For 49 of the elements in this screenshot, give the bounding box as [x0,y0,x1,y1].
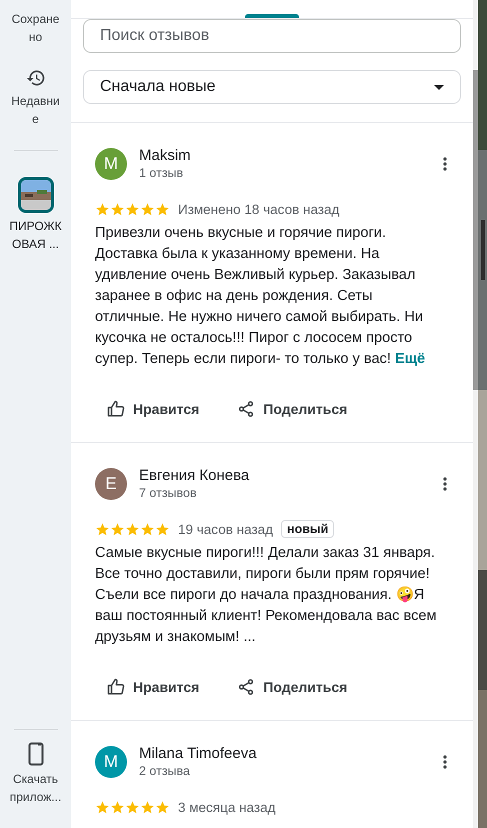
new-badge: новый [281,520,334,538]
star-icon [95,800,110,814]
star-icon [125,202,140,216]
reviewer-name[interactable]: Maksim [139,146,437,165]
scrollbar[interactable] [473,70,478,390]
sidebar-label[interactable]: Недавние [8,92,62,128]
star-icon [95,202,110,216]
phone-icon [28,742,44,766]
history-icon [26,68,46,88]
like-button[interactable]: Нравится [95,392,212,426]
star-icon [110,202,125,216]
caret-icon [434,84,444,90]
star-icon [140,522,155,536]
star-icon [125,800,140,814]
review-time: 3 месяца назад [178,800,276,814]
avatar[interactable]: E [95,468,127,500]
share-button[interactable]: Поделиться [225,392,360,426]
star-icon [110,800,125,814]
sidebar-label[interactable]: Сохранено [8,10,62,46]
star-icon [125,522,140,536]
star-icon [110,522,125,536]
thumbs-up-icon [107,678,125,696]
thumbs-up-icon [107,400,125,418]
review-time: 19 часов назад [178,522,274,536]
star-icon [95,522,110,536]
review-count: 7 отзывов [139,485,198,501]
share-icon [237,678,256,696]
star-icon [155,202,170,216]
sidebar-label[interactable]: Скачать прилож... [8,770,62,806]
star-icon [140,202,155,216]
review-text: Самые вкусные пироги!!! Делали заказ 31 января. Все точно доставили, пироги были прям горячие! Съели все пироги до начала празднования. 🤪Я ваш постоянный клиент! Рекомендовала вас всем друзьям и знакомым! ... [95,544,438,647]
avatar[interactable]: M [95,746,127,778]
review-time: Изменено 18 часов назад [178,202,340,216]
star-icon [140,800,155,814]
place-thumbnail[interactable] [18,177,54,213]
search-field[interactable]: Поиск отзывов [83,19,461,53]
star-icon [155,800,170,814]
star-icon [155,522,170,536]
review-text: Привезли очень вкусные и горячие пироги. Доставка была к указанному времени. На удивление очень Вежливый курьер. Заказывал заранее в офис на день рождения. Сеты отличные. Не нужно ничего самой выбирать. Ни кусочка не осталось!!! Пирог с лососем просто супер. Теперь если пироги- то только у вас! Ещё [95,224,426,369]
sort-dropdown[interactable]: Сначала новые [83,70,461,104]
review-count: 2 отзыва [139,763,191,779]
reviewer-name[interactable]: Евгения Конева [139,466,437,485]
share-icon [237,400,256,418]
more-link[interactable]: Ещё [394,351,426,367]
sidebar-label[interactable]: ПИРОЖКОВАЯ ... [8,217,62,253]
review-count: 1 отзыв [139,165,184,181]
like-button[interactable]: Нравится [95,670,212,704]
share-button[interactable]: Поделиться [225,670,360,704]
reviewer-name[interactable]: Milana Timofeeva [139,744,437,763]
